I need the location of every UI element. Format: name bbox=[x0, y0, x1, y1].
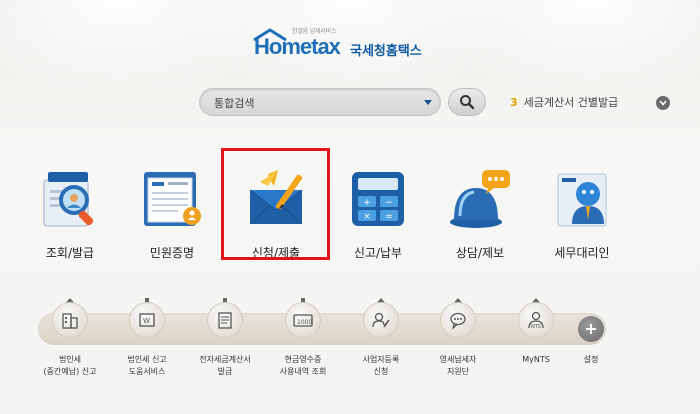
quick-label-line1: 현금영수증 bbox=[284, 355, 322, 364]
chat-upload-icon bbox=[440, 302, 476, 338]
receipt-download-icon: 1000 bbox=[285, 302, 321, 338]
notice-ticker[interactable]: 3 세금계산서 건별발급 bbox=[510, 94, 618, 110]
quick-label-line1: 사업자등록 bbox=[362, 355, 400, 364]
highlight-box bbox=[221, 148, 330, 260]
chevron-down-icon[interactable] bbox=[424, 100, 432, 105]
svg-text:×: × bbox=[363, 212, 371, 222]
certificate-icon bbox=[144, 172, 201, 226]
person-pen-upload-icon bbox=[363, 302, 399, 338]
agent-icon bbox=[557, 173, 607, 227]
settings-add-button[interactable]: + bbox=[578, 316, 604, 342]
notice-expand-button[interactable] bbox=[656, 96, 670, 110]
search-icon bbox=[460, 95, 475, 110]
invoice-download-icon bbox=[207, 302, 243, 338]
notice-number: 3 bbox=[510, 96, 518, 109]
quick-label-line1: 법인세 bbox=[58, 355, 82, 364]
menu-lookup-issue[interactable]: 조회/발급 bbox=[22, 162, 118, 262]
svg-text:NTS: NTS bbox=[531, 324, 541, 330]
menu-report-payment[interactable]: + − × = 신고/납부 bbox=[330, 162, 426, 262]
menu-label: 조회/발급 bbox=[45, 246, 95, 260]
quick-label-line2: 지원단 bbox=[446, 367, 470, 376]
menu-certificate[interactable]: 민원증명 bbox=[124, 162, 220, 262]
svg-text:W: W bbox=[143, 317, 150, 325]
menu-tax-agent[interactable]: 세무대리인 bbox=[534, 162, 630, 262]
person-nts-upload-icon: NTS bbox=[518, 302, 554, 338]
svg-text:+: + bbox=[363, 198, 371, 208]
search-input[interactable] bbox=[214, 95, 394, 111]
menu-label: 상담/제보 bbox=[455, 246, 505, 260]
quick-label-line2: 신청 bbox=[373, 367, 389, 376]
plus-icon: + bbox=[584, 319, 598, 338]
logo-brand-kr: 국세청홈택스 bbox=[350, 44, 422, 59]
quick-label-line1: 영세납세자 bbox=[439, 355, 477, 364]
calculator-icon: + − × = bbox=[352, 172, 404, 226]
building-upload-icon bbox=[52, 302, 88, 338]
search-button[interactable] bbox=[448, 88, 486, 116]
hometax-logo[interactable]: 한걸음 넘세서비스 Hometax 국세청홈택스 bbox=[252, 22, 422, 68]
logo-brand: Hometax bbox=[254, 34, 341, 59]
quick-label: MyNTS bbox=[490, 354, 582, 366]
quick-label-line1: MyNTS bbox=[522, 355, 550, 364]
web-download-icon: W bbox=[129, 302, 165, 338]
quick-label-line2: 도움서비스 bbox=[128, 367, 166, 376]
settings-label: 설정 bbox=[583, 355, 599, 364]
svg-text:=: = bbox=[385, 212, 393, 222]
svg-text:1000: 1000 bbox=[297, 319, 312, 326]
quick-label-line2: 발급 bbox=[217, 367, 233, 376]
search-box[interactable] bbox=[199, 88, 441, 116]
menu-label: 세무대리인 bbox=[554, 246, 610, 260]
quick-label-line1: 전자세금계산서 bbox=[199, 355, 251, 364]
quick-label-line1: 법인세 신고 bbox=[127, 355, 167, 364]
menu-label: 신고/납부 bbox=[353, 246, 403, 260]
chevron-down-icon bbox=[659, 100, 667, 106]
svg-text:−: − bbox=[385, 198, 393, 208]
quick-label-line2: 사용내역 조회 bbox=[279, 367, 327, 376]
menu-label: 민원증명 bbox=[149, 246, 195, 260]
magnifier-document-icon bbox=[43, 172, 94, 227]
menu-consult-report[interactable]: 상담/제보 bbox=[432, 162, 528, 262]
chat-siren-icon bbox=[450, 170, 510, 228]
quick-label-line2: (중간예납) 신고 bbox=[43, 367, 97, 376]
notice-text: 세금계산서 건별발급 bbox=[523, 96, 619, 109]
